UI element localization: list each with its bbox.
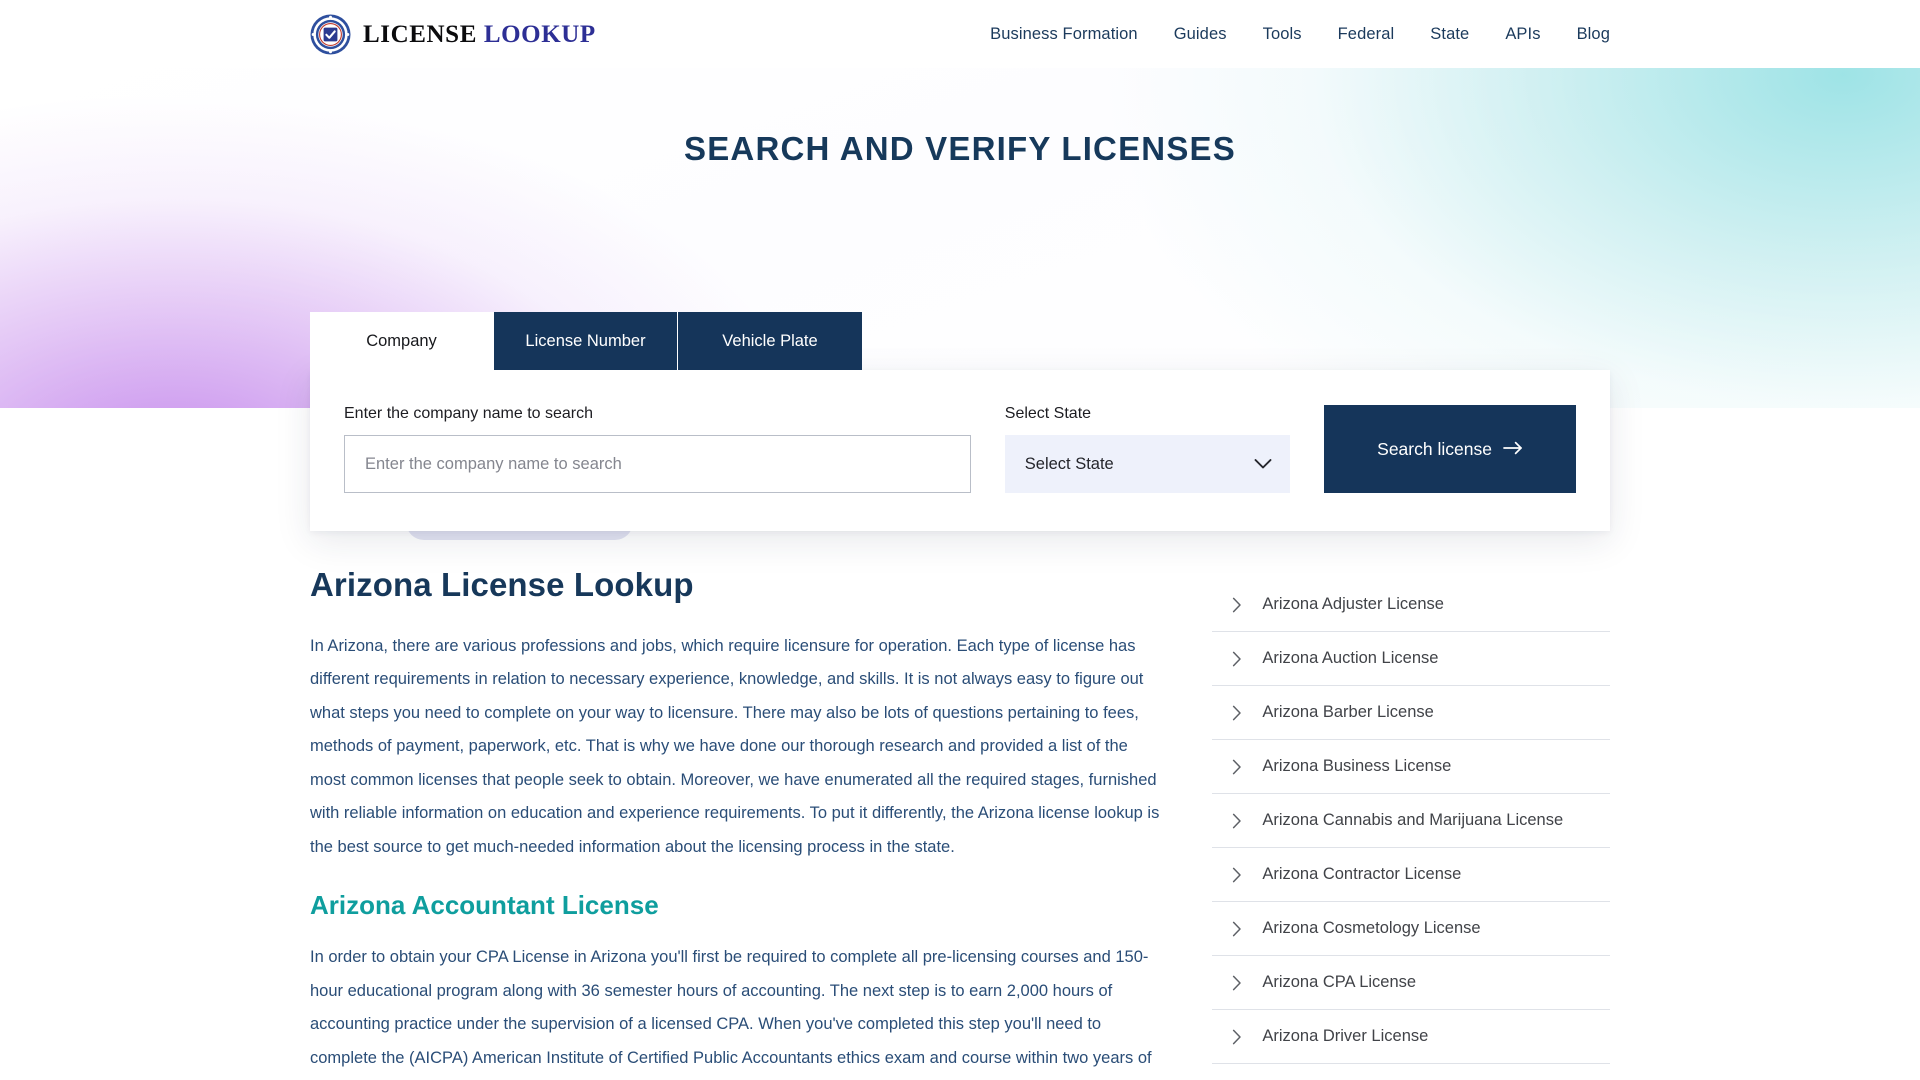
main-navigation: Business Formation Guides Tools Federal … [990,25,1610,44]
search-panel: Enter the company name to search Select … [310,370,1610,532]
brand-logo-link[interactable]: LICENSE LOOKUP [310,14,596,55]
nav-item-apis[interactable]: APIs [1505,25,1540,44]
company-name-input[interactable] [344,435,971,494]
license-lookup-seal-icon [310,14,351,55]
search-license-button-label: Search license [1377,438,1492,459]
sidebar-item-arizona-cannabis-and-marijuana-license[interactable]: Arizona Cannabis and Marijuana License [1212,794,1610,848]
chevron-right-icon [1232,651,1242,667]
sidebar-item-arizona-business-license[interactable]: Arizona Business License [1212,740,1610,794]
sidebar-item-label: Arizona Contractor License [1262,865,1462,883]
nav-item-business-formation[interactable]: Business Formation [990,25,1138,44]
sidebar-item-arizona-cpa-license[interactable]: Arizona CPA License [1212,956,1610,1010]
search-tab-bar: Company License Number Vehicle Plate [310,312,1610,370]
sidebar-item-label: Arizona Driver License [1262,1027,1429,1045]
sidebar-item-arizona-adjuster-license[interactable]: Arizona Adjuster License [1212,578,1610,632]
chevron-right-icon [1232,705,1242,721]
sidebar-item-arizona-driver-license[interactable]: Arizona Driver License [1212,1010,1610,1064]
company-field-group: Enter the company name to search [344,404,971,494]
article-column: Arizona License Lookup In Arizona, there… [310,566,1164,1080]
sidebar-item-arizona-auction-license[interactable]: Arizona Auction License [1212,632,1610,686]
tab-vehicle-plate[interactable]: Vehicle Plate [678,312,862,370]
sidebar-item-label: Arizona Adjuster License [1262,595,1444,613]
sidebar-item-label: Arizona Cosmetology License [1262,919,1481,937]
section-heading-accountant-license: Arizona Accountant License [310,890,659,921]
content-columns: Arizona License Lookup In Arizona, there… [310,566,1610,1080]
state-field-group: Select State Select State [1004,404,1291,494]
search-license-button[interactable]: Search license [1324,405,1576,494]
sidebar-item-label: Arizona Cannabis and Marijuana License [1262,811,1564,829]
article-paragraph-intro: In Arizona, there are various profession… [310,637,1160,856]
sidebar-item-arizona-cosmetology-license[interactable]: Arizona Cosmetology License [1212,902,1610,956]
arrow-right-icon [1503,439,1523,460]
state-select-label: Select State [1004,405,1092,422]
tab-company[interactable]: Company [310,312,494,370]
tab-license-number[interactable]: License Number [494,312,678,370]
chevron-right-icon [1232,597,1242,613]
nav-item-blog[interactable]: Blog [1577,25,1610,44]
nav-item-tools[interactable]: Tools [1263,25,1302,44]
state-select[interactable]: Select State [1004,435,1291,494]
hero-section: SEARCH AND VERIFY LICENSES Company Licen… [0,68,1920,532]
chevron-right-icon [1232,975,1242,991]
page-title: Arizona License Lookup [310,566,694,603]
brand-word-lookup: LOOKUP [483,20,596,48]
company-input-label: Enter the company name to search [344,405,594,422]
chevron-right-icon [1232,759,1242,775]
chevron-right-icon [1232,921,1242,937]
sidebar-item-label: Arizona CPA License [1262,973,1417,991]
chevron-right-icon [1232,813,1242,829]
sidebar-item-label: Arizona Business License [1262,757,1452,775]
brand-wordmark: LICENSE LOOKUP [363,22,596,47]
nav-item-guides[interactable]: Guides [1174,25,1227,44]
chevron-right-icon [1232,867,1242,883]
hero-title: SEARCH AND VERIFY LICENSES [684,130,1236,167]
license-links-list: Arizona Adjuster License Arizona Auction… [1212,578,1610,1064]
license-search-widget: Company License Number Vehicle Plate Ent… [310,312,1610,532]
site-header: LICENSE LOOKUP Business Formation Guides… [0,0,1920,68]
license-links-sidebar: Arizona Adjuster License Arizona Auction… [1212,566,1610,1064]
sidebar-item-arizona-barber-license[interactable]: Arizona Barber License [1212,686,1610,740]
brand-word-license: LICENSE [363,20,477,48]
nav-item-federal[interactable]: Federal [1338,25,1395,44]
sidebar-item-label: Arizona Barber License [1262,703,1434,721]
chevron-right-icon [1232,1029,1242,1045]
sidebar-item-arizona-contractor-license[interactable]: Arizona Contractor License [1212,848,1610,902]
state-select-wrap: Select State [1004,435,1291,494]
article-paragraph-accountant: In order to obtain your CPA License in A… [310,948,1152,1067]
nav-item-state[interactable]: State [1430,25,1469,44]
header-inner: LICENSE LOOKUP Business Formation Guides… [310,14,1610,55]
sidebar-item-label: Arizona Auction License [1262,649,1439,667]
